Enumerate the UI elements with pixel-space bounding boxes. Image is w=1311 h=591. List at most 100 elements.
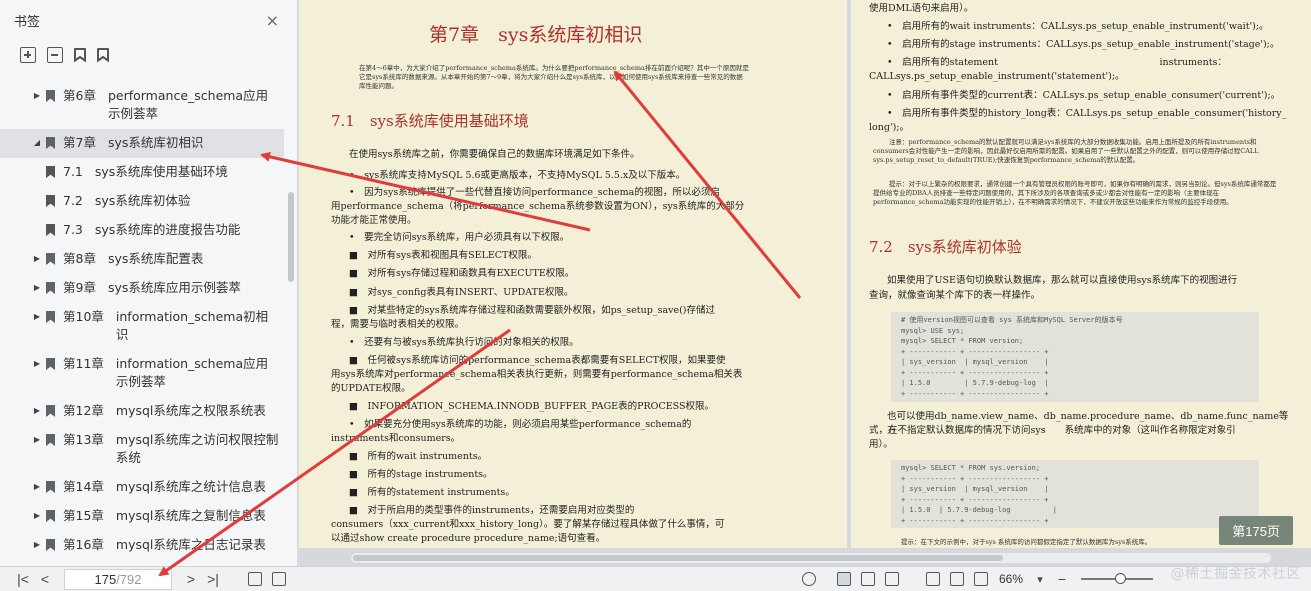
body-line: • 还要有与被sys系统库执行访问的对象相关的权限。 [349, 337, 579, 348]
expand-arrow-icon[interactable]: ▶ [30, 507, 44, 525]
bookmark-label: information_schema初相识 [115, 309, 269, 342]
code-block-2: mysql> SELECT * FROM sys.version; + ----… [891, 460, 1259, 528]
bookmark-row[interactable]: ▶ 第15章 mysql系统库之复制信息表 [0, 502, 284, 531]
bookmark-row[interactable]: 7.1 sys系统库使用基础环境 [0, 158, 284, 187]
expand-arrow-icon[interactable]: ▶ [30, 431, 44, 449]
bookmark-item[interactable]: 7.2 sys系统库初体验 [0, 187, 284, 216]
bookmark-row[interactable]: 7.3 sys系统库的进度报告功能 [0, 216, 284, 245]
bookmark-item[interactable]: ▶ 第12章 mysql系统库之权限系统表 [0, 397, 284, 426]
bookmark-label: sys系统库初相识 [107, 135, 204, 150]
fit-width-icon[interactable] [949, 572, 964, 586]
body-line: ■ 对sys_config表具有INSERT、UPDATE权限。 [349, 287, 574, 298]
bookmark-number: 第16章 [63, 537, 104, 552]
page-number-input[interactable]: 175/792 [64, 568, 172, 590]
expand-arrow-icon[interactable]: ◢ [30, 134, 44, 152]
bookmark-row[interactable]: ◢ 第7章 sys系统库初相识 [0, 129, 284, 158]
body-line: 用sys系统库对performance_schema相关表执行更新，则需要有pe… [331, 369, 743, 380]
first-page-button[interactable]: |< [12, 571, 34, 587]
body-line: ■ 所有的stage instruments。 [349, 469, 493, 480]
bookmark-flag-icon [46, 405, 55, 417]
bookmark-item[interactable]: ▶ 第8章 sys系统库配置表 [0, 245, 284, 274]
sidebar-scrollbar[interactable] [288, 192, 294, 282]
bookmark-number: 第10章 [63, 309, 104, 324]
close-icon[interactable]: × [266, 11, 279, 30]
bookmark-flag-icon [46, 539, 55, 551]
prev-page-button[interactable]: < [34, 571, 56, 587]
body-line: 程，需要与临时表相关的权限。 [331, 319, 465, 330]
back-icon[interactable] [248, 572, 262, 586]
bookmark-item[interactable]: 7.1 sys系统库使用基础环境 [0, 158, 284, 187]
zoom-dropdown-icon[interactable]: ▾ [1029, 573, 1051, 586]
bookmark-label: sys系统库配置表 [107, 251, 204, 266]
expand-arrow-icon[interactable]: ▶ [30, 308, 44, 326]
expand-arrow-icon[interactable]: ▶ [30, 402, 44, 420]
bookmark-label: sys系统库使用基础环境 [94, 164, 228, 179]
expand-arrow-icon[interactable]: ▶ [30, 355, 44, 373]
body-line: 的UPDATE权限。 [331, 383, 411, 394]
bookmark-icon[interactable] [97, 47, 109, 63]
sidebar-title: 书签 [14, 14, 41, 30]
bookmark-row[interactable]: ▶ 第16章 mysql系统库之日志记录表 [0, 531, 284, 560]
section-title-7-1: 7.1 sys系统库使用基础环境 [331, 112, 529, 130]
bookmark-label: mysql系统库之访问权限控制系统 [115, 432, 279, 465]
actual-size-icon[interactable] [925, 572, 940, 586]
document-view[interactable]: 第7章 sys系统库初相识 在第4～6章中，为大家介绍了performance_… [299, 0, 1311, 566]
continuous-page-icon[interactable] [860, 572, 875, 586]
bookmark-item[interactable]: ▶ 第10章 information_schema初相识 [0, 303, 284, 350]
chapter-title: 第7章 sys系统库初相识 [429, 24, 643, 46]
zoom-out-button[interactable]: − [1051, 571, 1073, 587]
add-bookmark-icon[interactable] [74, 47, 86, 63]
eye-icon[interactable] [801, 572, 816, 586]
bookmark-item[interactable]: ▶ 第6章 performance_schema应用示例荟萃 [0, 82, 284, 129]
body-line: ■ 对于所启用的类型事件的instruments，还需要启用对应类型的 [349, 505, 635, 516]
bookmark-item[interactable]: 7.3 sys系统库的进度报告功能 [0, 216, 284, 245]
zoom-slider[interactable] [1081, 573, 1153, 584]
expand-arrow-icon[interactable]: ▶ [30, 478, 44, 496]
body-line: ■ 对所有sys表和视图具有SELECT权限。 [349, 250, 537, 261]
single-page-icon[interactable] [836, 572, 851, 586]
bookmark-item[interactable]: ▶ 第13章 mysql系统库之访问权限控制系统 [0, 426, 284, 473]
bookmark-row[interactable]: ▶ 第14章 mysql系统库之统计信息表 [0, 473, 284, 502]
bookmark-label: sys系统库的进度报告功能 [94, 222, 241, 237]
collapse-all-icon[interactable] [47, 47, 63, 63]
tip-paragraph: 提示：对于以上繁杂的权限要求，通常创建一个具有管理员权限的账号即可，如果你有明确… [873, 180, 1277, 206]
expand-arrow-icon[interactable]: ▶ [30, 250, 44, 268]
zoom-level[interactable]: 66% [999, 572, 1023, 586]
zoom-slider-knob[interactable] [1115, 573, 1126, 584]
bookmark-item[interactable]: ▶ 第15章 mysql系统库之复制信息表 [0, 502, 284, 531]
fit-page-icon[interactable] [973, 572, 988, 586]
bookmark-item[interactable]: ▶ 第14章 mysql系统库之统计信息表 [0, 473, 284, 502]
bookmark-item[interactable]: ▶ 第11章 information_schema应用示例荟萃 [0, 350, 284, 397]
chapter-intro: 在第4～6章中，为大家介绍了performance_schema系统库。为什么要… [359, 64, 749, 90]
forward-icon[interactable] [272, 572, 286, 586]
bookmark-row[interactable]: ▶ 第13章 mysql系统库之访问权限控制系统 [0, 426, 284, 473]
bookmark-flag-icon [46, 224, 55, 236]
bookmark-number: 第15章 [63, 508, 104, 523]
next-page-button[interactable]: > [180, 571, 202, 587]
last-page-button[interactable]: >| [202, 571, 224, 587]
bookmark-item[interactable]: ▶ 第16章 mysql系统库之日志记录表 [0, 531, 284, 560]
horizontal-scrollbar[interactable] [351, 553, 1271, 563]
expand-arrow-icon[interactable]: ▶ [30, 279, 44, 297]
bookmark-flag-icon [46, 358, 55, 370]
page-left: 第7章 sys系统库初相识 在第4～6章中，为大家介绍了performance_… [299, 0, 847, 548]
scrollbar-thumb[interactable] [353, 555, 1003, 561]
bookmark-item[interactable]: ▶ 第9章 sys系统库应用示例荟萃 [0, 274, 284, 303]
bookmark-row[interactable]: ▶ 第6章 performance_schema应用示例荟萃 [0, 82, 284, 129]
expand-arrow-icon[interactable]: ▶ [30, 87, 44, 105]
bookmark-number: 第14章 [63, 479, 104, 494]
expand-arrow-icon[interactable]: ▶ [30, 536, 44, 554]
body-line: 以通过show create procedure procedure_name;… [331, 533, 606, 544]
bookmark-flag-icon [46, 434, 55, 446]
two-page-icon[interactable] [884, 572, 899, 586]
bookmark-number: 7.3 [63, 222, 83, 237]
bookmark-row[interactable]: ▶ 第8章 sys系统库配置表 [0, 245, 284, 274]
bookmark-item[interactable]: ◢ 第7章 sys系统库初相识 [0, 129, 284, 158]
bookmark-row[interactable]: ▶ 第10章 information_schema初相识 [0, 303, 284, 350]
bookmark-row[interactable]: ▶ 第11章 information_schema应用示例荟萃 [0, 350, 284, 397]
bookmark-row[interactable]: ▶ 第12章 mysql系统库之权限系统表 [0, 397, 284, 426]
bookmark-row[interactable]: 7.2 sys系统库初体验 [0, 187, 284, 216]
body-line: 在使用sys系统库之前，你需要确保自己的数据库环境满足如下条件。 [349, 149, 640, 160]
bookmark-row[interactable]: ▶ 第9章 sys系统库应用示例荟萃 [0, 274, 284, 303]
expand-all-icon[interactable] [20, 47, 36, 63]
